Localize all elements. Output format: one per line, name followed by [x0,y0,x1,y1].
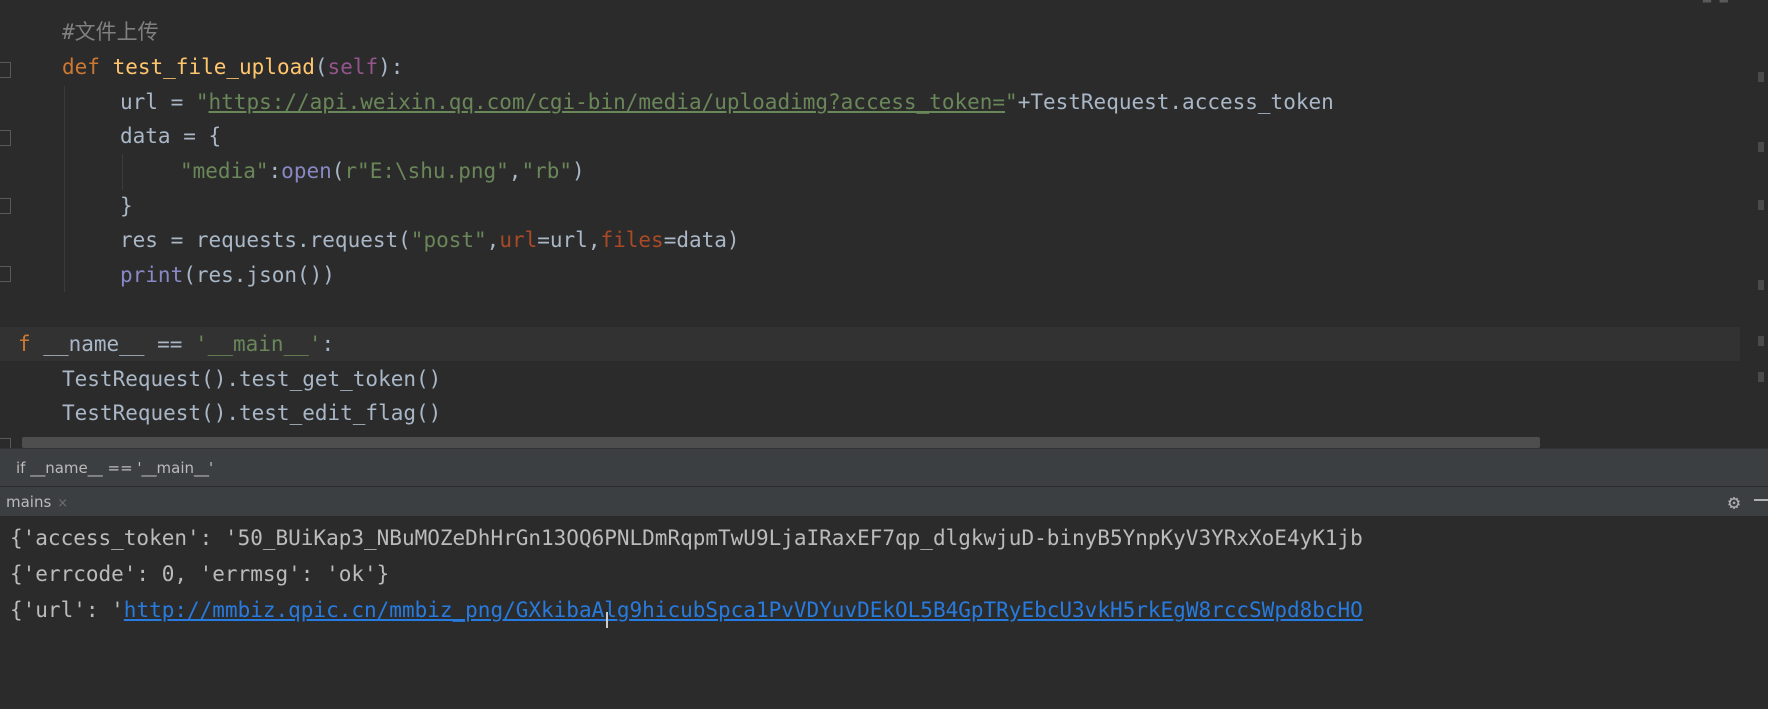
url-string-link[interactable]: https://api.weixin.qq.com/cgi-bin/media/… [209,90,1006,114]
print-builtin: print [120,263,184,287]
url-eq: =url, [537,228,601,252]
paren: ( [314,55,328,79]
code-line: url = "https://api.weixin.qq.com/cgi-bin… [0,85,1740,119]
media-key: "media" [180,159,269,183]
post-string: "post" [410,228,487,252]
stripe-mark[interactable] [1758,280,1764,290]
data-close: } [120,194,133,218]
code-line: print(res.json()) [0,258,1740,292]
code-line: def test_file_upload(self): [0,50,1740,84]
code-line: } [0,189,1740,223]
colon: : [321,332,335,356]
print-args: (res.json()) [183,263,335,287]
print-line: print(res.json()) [120,258,335,292]
code-editor[interactable]: ▬ ▬ #文件上传 def test_file_upload(self): ur… [0,0,1768,448]
media-line: "media":open(r"E:\shu.png","rb") [180,154,585,188]
text-cursor [606,612,611,628]
url-assign: url = [120,90,196,114]
url-tail: +TestRequest.access_token [1017,90,1334,114]
quote: " [195,90,209,114]
code-line: "media":open(r"E:\shu.png","rb") [0,154,1740,188]
console-line: {'access_token': '50_BUiKap3_NBuMOZeDhHr… [10,520,1363,556]
data-open: data = { [120,124,222,148]
keyword-if: f [18,332,31,356]
console-token-value: 50_BUiKap3_NBuMOZeDhHrGn13OQ6PNLDmRqpmTw… [237,526,1363,550]
stripe-mark[interactable] [1758,336,1764,346]
console-url-prefix: {'url': ' [10,598,124,622]
request-line: res = requests.request("post",url=url,fi… [120,223,740,257]
run-tab-label: mains [6,493,52,511]
main-cond: __name__ == [30,332,196,356]
call-edit-flag: TestRequest().test_edit_flag() [62,401,442,425]
code-line: TestRequest().test_edit_flag() [0,396,1740,430]
main-guard-line: f __name__ == '__main__': [18,327,334,361]
stripe-mark[interactable] [1758,200,1764,210]
function-name: test_file_upload [112,55,315,79]
run-panel-header: mains × ⚙ [0,486,1768,517]
call-get-token: TestRequest().test_get_token() [62,367,442,391]
comma: , [486,228,500,252]
inspection-icons: ▬ ▬ [1702,0,1728,8]
code-def-line: def test_file_upload(self): [62,50,403,84]
open-builtin: open [281,159,332,183]
console-url-link[interactable]: http://mmbiz.qpic.cn/mmbiz_png/GXkibaAlg… [124,598,1363,622]
url-param: url [499,228,538,252]
code-line: #文件上传 [0,15,1740,49]
run-tab-mains[interactable]: mains × [0,487,74,517]
path-string: r"E:\shu.png" [344,159,509,183]
code-line-current: f __name__ == '__main__': [0,327,1740,361]
main-string: '__main__' [195,332,322,356]
code-url-line: url = "https://api.weixin.qq.com/cgi-bin… [120,85,1334,119]
paren: ) [572,159,585,183]
minimize-icon[interactable] [1754,499,1768,501]
mode-string: "rb" [521,159,573,183]
code-comment: #文件上传 [62,20,159,44]
def-colon: ): [378,55,404,79]
code-line: data = { [0,119,1740,153]
stripe-mark[interactable] [1758,142,1764,152]
close-icon[interactable]: × [57,496,68,511]
keyword-def: def [62,55,100,79]
code-line: TestRequest().test_get_token() [0,362,1740,396]
breadcrumb-bar: if __name__ == '__main__' [0,448,1768,487]
request-head: res = requests.request( [120,228,411,252]
paren: ( [331,159,345,183]
console-line: {'url': 'http://mmbiz.qpic.cn/mmbiz_png/… [10,592,1363,628]
self-param: self [327,55,379,79]
error-stripe[interactable] [1740,0,1768,448]
files-param: files [600,228,664,252]
horizontal-scrollbar[interactable] [22,437,1540,448]
run-console[interactable]: {'access_token': '50_BUiKap3_NBuMOZeDhHr… [0,516,1768,709]
quote: " [1005,90,1018,114]
breadcrumb[interactable]: if __name__ == '__main__' [16,449,213,487]
stripe-mark[interactable] [1758,72,1764,82]
files-eq: =data) [663,228,740,252]
console-token-prefix: {'access_token': ' [10,526,238,550]
stripe-mark[interactable] [1758,372,1764,382]
comma: , [508,159,522,183]
console-line: {'errcode': 0, 'errmsg': 'ok'} [10,562,390,586]
code-line: res = requests.request("post",url=url,fi… [0,223,1740,257]
gear-icon[interactable]: ⚙ [1728,490,1740,514]
colon: : [268,159,282,183]
